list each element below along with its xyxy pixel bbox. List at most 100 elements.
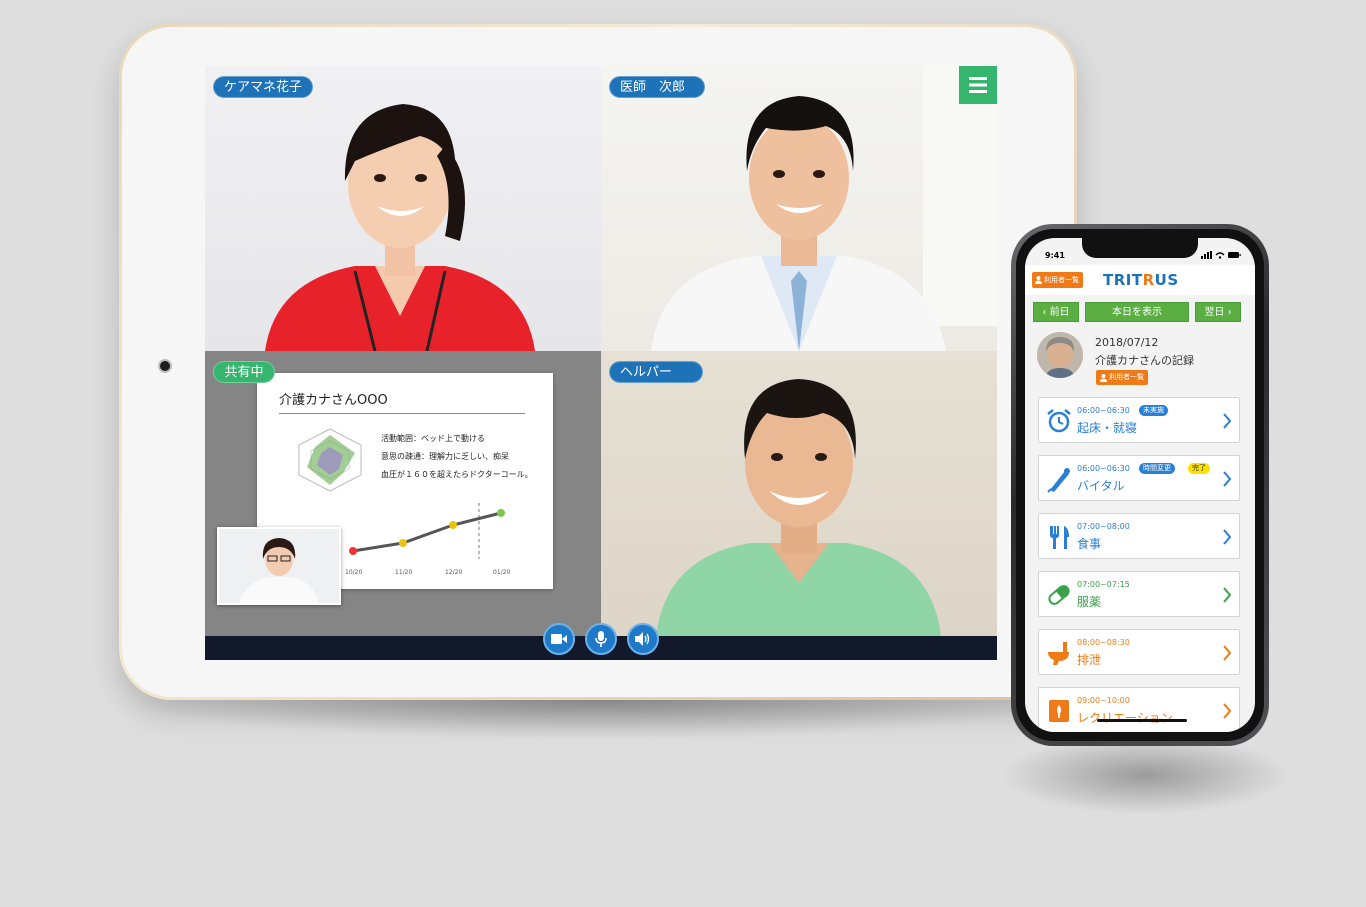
task-time: 06:00~06:30 xyxy=(1077,406,1130,415)
task-row[interactable]: 08:00~08:30 排泄 xyxy=(1038,629,1240,675)
task-time: 06:00~06:30 xyxy=(1077,464,1130,473)
video-camera-icon xyxy=(551,634,567,644)
prev-day-button[interactable]: ‹ 前日 xyxy=(1033,302,1079,322)
phone-notch xyxy=(1082,238,1198,258)
alarm-clock-icon xyxy=(1047,409,1071,433)
x-tick: 10/20 xyxy=(345,569,363,576)
tablet-device: ケアマネ花子 医師 次郎 介護カナさんOOO 活動範囲：ベッド上で動ける 意思の… xyxy=(119,24,1077,700)
capsule-icon xyxy=(1048,585,1070,605)
trend-line-graphic xyxy=(349,503,505,559)
participant-name-badge: ケアマネ花子 xyxy=(213,76,314,98)
slide-note: 意思の疎通：理解力に乏しい、痴呆 xyxy=(381,452,509,461)
video-tile-helper[interactable]: ヘルパー xyxy=(601,351,997,636)
task-row[interactable]: 07:00~07:15 服薬 xyxy=(1038,571,1240,617)
speaker-icon xyxy=(635,632,650,646)
chevron-right-icon xyxy=(1223,645,1232,661)
record-user-list-button[interactable]: 利用者一覧 xyxy=(1096,370,1148,385)
task-row[interactable]: 06:00~06:30 未実施 起床・就寝 xyxy=(1038,397,1240,443)
status-pill: 時間変更 xyxy=(1139,463,1175,474)
chevron-right-icon xyxy=(1223,413,1232,429)
video-tile-care-manager[interactable]: ケアマネ花子 xyxy=(205,66,601,351)
task-label: 起床・就寝 xyxy=(1077,421,1138,435)
person-icon xyxy=(1100,373,1107,382)
slide-title: 介護カナさんOOO xyxy=(279,393,388,408)
task-label: バイタル xyxy=(1077,479,1125,493)
x-tick: 01/20 xyxy=(493,569,511,576)
tablet-camera xyxy=(160,361,170,371)
record-header: 2018/07/12 介護カナさんの記録 利用者一覧 xyxy=(1025,330,1255,390)
phone-bezel: 9:41 利用者一覧 TRITRUS ‹ 前日 本日を表示 翌日 › 2018/… xyxy=(1016,229,1264,741)
slide-divider xyxy=(279,413,525,414)
phone-shadow xyxy=(1000,735,1290,815)
radar-chart-graphic xyxy=(298,428,362,492)
task-label: 排泄 xyxy=(1077,653,1102,667)
sharing-badge: 共有中 xyxy=(213,361,275,383)
task-label: 服薬 xyxy=(1077,595,1102,609)
task-time: 07:00~07:15 xyxy=(1077,580,1130,589)
prev-day-label: 前日 xyxy=(1049,307,1070,318)
self-view-person xyxy=(219,529,339,603)
camera-toggle-button[interactable] xyxy=(543,623,575,655)
user-list-label: 利用者一覧 xyxy=(1044,276,1079,284)
avatar xyxy=(1037,332,1083,378)
video-call-screen: ケアマネ花子 医師 次郎 介護カナさんOOO 活動範囲：ベッド上で動ける 意思の… xyxy=(205,66,997,660)
status-time: 9:41 xyxy=(1045,251,1065,260)
chevron-right-icon xyxy=(1223,471,1232,487)
task-time: 08:00~08:30 xyxy=(1077,638,1130,647)
date-nav: ‹ 前日 本日を表示 翌日 › xyxy=(1025,299,1255,325)
chevron-right-icon xyxy=(1223,587,1232,603)
today-button[interactable]: 本日を表示 xyxy=(1085,302,1189,322)
home-indicator xyxy=(1097,719,1187,722)
participant-name-badge: 医師 次郎 xyxy=(609,76,705,98)
today-label: 本日を表示 xyxy=(1112,307,1162,318)
phone-device: 9:41 利用者一覧 TRITRUS ‹ 前日 本日を表示 翌日 › 2018/… xyxy=(1011,224,1269,746)
recreation-icon xyxy=(1049,700,1069,722)
task-row[interactable]: 07:00~08:00 食事 xyxy=(1038,513,1240,559)
call-control-bar xyxy=(205,623,997,660)
app-logo: TRITRUS xyxy=(1103,271,1179,289)
video-tile-doctor[interactable]: 医師 次郎 xyxy=(601,66,997,351)
hamburger-icon xyxy=(969,77,987,93)
participant-video-helper xyxy=(656,379,941,636)
tablet-face: ケアマネ花子 医師 次郎 介護カナさんOOO 活動範囲：ベッド上で動ける 意思の… xyxy=(122,27,1074,697)
phone-screen: 9:41 利用者一覧 TRITRUS ‹ 前日 本日を表示 翌日 › 2018/… xyxy=(1025,238,1255,732)
chevron-right-icon xyxy=(1223,529,1232,545)
person-icon xyxy=(1035,276,1042,284)
task-time: 09:00~10:00 xyxy=(1077,696,1130,705)
participant-video-care-manager xyxy=(265,104,535,351)
participant-name-badge: ヘルパー xyxy=(609,361,703,383)
logo-text-a: TRIT xyxy=(1103,271,1143,289)
record-user-list-label: 利用者一覧 xyxy=(1109,373,1144,381)
user-list-button[interactable]: 利用者一覧 xyxy=(1032,272,1083,288)
menu-button[interactable] xyxy=(959,66,997,104)
next-day-label: 翌日 xyxy=(1204,307,1225,318)
x-tick: 12/20 xyxy=(445,569,463,576)
app-header: 利用者一覧 TRITRUS xyxy=(1025,265,1255,295)
chevron-right-icon xyxy=(1223,703,1232,719)
task-row[interactable]: 06:00~06:30 時間変更 完了 バイタル xyxy=(1038,455,1240,501)
self-view-video[interactable] xyxy=(217,527,341,605)
slide-note: 活動範囲：ベッド上で動ける xyxy=(381,434,485,443)
next-day-button[interactable]: 翌日 › xyxy=(1195,302,1241,322)
task-label: 食事 xyxy=(1077,537,1102,551)
slide-note: 血圧が１６０を超えたらドクターコール。 xyxy=(381,470,533,479)
mic-toggle-button[interactable] xyxy=(585,623,617,655)
record-date: 2018/07/12 xyxy=(1095,336,1159,349)
speaker-toggle-button[interactable] xyxy=(627,623,659,655)
status-pill: 完了 xyxy=(1188,463,1210,474)
fork-knife-icon xyxy=(1050,526,1069,549)
task-time: 07:00~08:00 xyxy=(1077,522,1130,531)
video-tile-screen-share[interactable]: 介護カナさんOOO 活動範囲：ベッド上で動ける 意思の疎通：理解力に乏しい、痴呆… xyxy=(205,351,601,636)
task-label: レクリエーション xyxy=(1077,711,1173,725)
thermometer-icon xyxy=(1047,468,1070,493)
participant-video-doctor xyxy=(651,66,997,351)
status-pill: 未実施 xyxy=(1139,405,1168,416)
status-icons xyxy=(1201,251,1241,259)
toilet-icon xyxy=(1048,642,1069,665)
record-title: 介護カナさんの記録 xyxy=(1095,354,1194,367)
microphone-icon xyxy=(595,631,607,647)
task-row[interactable]: 09:00~10:00 レクリエーション xyxy=(1038,687,1240,732)
logo-text-b: R xyxy=(1142,271,1155,289)
logo-text-c: US xyxy=(1154,271,1179,289)
elderly-person-avatar xyxy=(1037,332,1083,378)
